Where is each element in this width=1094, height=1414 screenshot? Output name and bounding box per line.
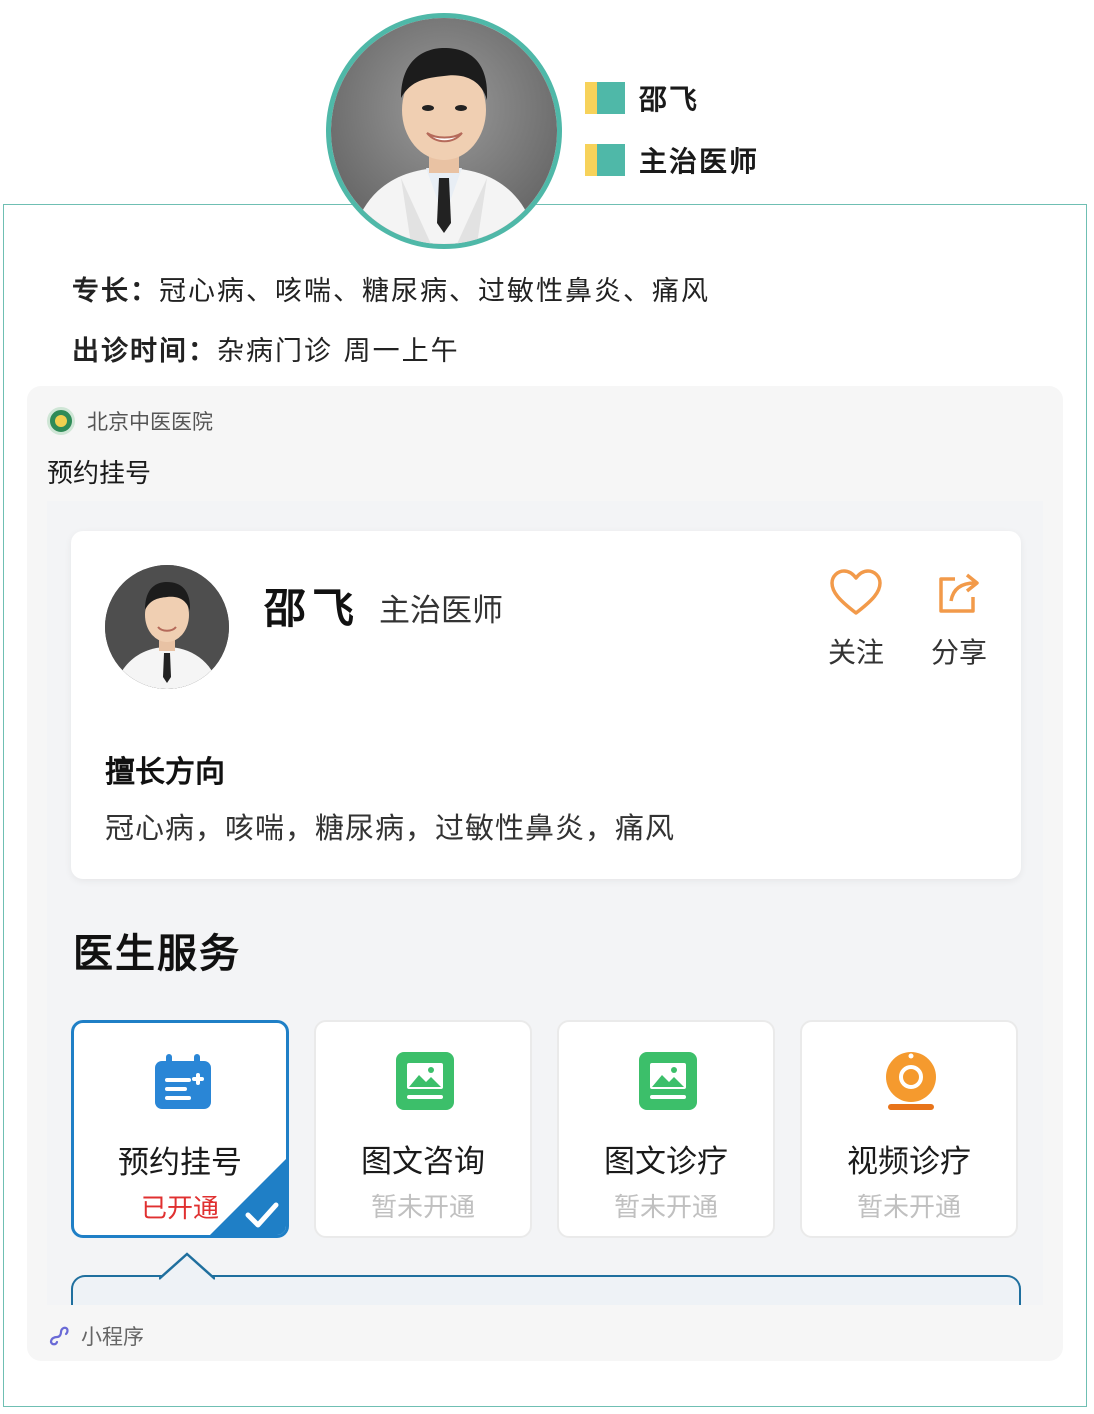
doctor-card-rank: 主治医师 xyxy=(379,593,503,629)
heart-icon xyxy=(830,569,882,615)
doctor-photo xyxy=(326,13,562,249)
expertise-text: 冠心病，咳喘，糖尿病，过敏性鼻炎，痛风 xyxy=(105,811,676,845)
mini-program-title: 预约挂号 xyxy=(47,459,152,489)
calendar-icon xyxy=(155,1054,211,1109)
visit-time-label: 出诊时间： xyxy=(72,336,217,367)
hospital-logo-icon xyxy=(47,407,75,435)
doctor-title-tag: 主治医师 xyxy=(585,142,759,178)
service-status: 暂未开通 xyxy=(856,1193,961,1223)
expertise-title: 擅长方向 xyxy=(105,755,225,790)
image-icon xyxy=(396,1052,454,1110)
services-title: 医生服务 xyxy=(73,931,241,977)
doctor-title: 主治医师 xyxy=(639,145,760,178)
service-detail-panel xyxy=(71,1252,1021,1305)
follow-label: 关注 xyxy=(827,636,884,669)
service-status: 暂未开通 xyxy=(370,1193,475,1223)
mini-program-source: 北京中医医院 xyxy=(47,406,213,436)
specialty-label: 专长： xyxy=(72,276,159,307)
doctor-card-name: 邵飞 xyxy=(264,584,361,633)
doctor-name-tag: 邵飞 xyxy=(585,80,699,116)
specialty-line: 专长：冠心病、咳喘、糖尿病、过敏性鼻炎、痛风 xyxy=(72,269,710,308)
service-name: 视频诊疗 xyxy=(847,1144,971,1180)
share-icon xyxy=(939,573,979,613)
share-label: 分享 xyxy=(930,636,987,669)
service-video[interactable]: 视频诊疗 暂未开通 xyxy=(800,1020,1018,1238)
share-button[interactable]: 分享 xyxy=(919,569,999,671)
tag-marker xyxy=(585,144,625,176)
image-icon xyxy=(639,1052,697,1110)
service-text-consult[interactable]: 图文咨询 暂未开通 xyxy=(314,1020,532,1238)
checkmark-icon xyxy=(210,1159,286,1235)
doctor-card: 邵飞 主治医师 关注 分享 擅长方向 冠心病，咳喘，糖尿病，过敏性鼻炎，痛风 xyxy=(71,531,1021,879)
doctor-avatar xyxy=(105,565,229,689)
doctor-name: 邵飞 xyxy=(639,83,700,116)
panel-pointer xyxy=(159,1252,215,1280)
mini-program-preview: 邵飞 主治医师 关注 分享 擅长方向 冠心病，咳喘，糖尿病，过敏性鼻炎，痛风 医… xyxy=(47,501,1043,1305)
mini-program-footer: 小程序 xyxy=(47,1321,144,1351)
hospital-name: 北京中医医院 xyxy=(87,410,213,434)
service-appointment[interactable]: 预约挂号 已开通 xyxy=(71,1020,289,1238)
specialty-value: 冠心病、咳喘、糖尿病、过敏性鼻炎、痛风 xyxy=(159,276,710,307)
mini-program-label: 小程序 xyxy=(81,1325,144,1349)
visit-time-value: 杂病门诊 周一上午 xyxy=(217,336,460,367)
service-status: 暂未开通 xyxy=(613,1193,718,1223)
service-name: 图文咨询 xyxy=(361,1144,485,1180)
webcam-icon xyxy=(886,1052,936,1110)
mini-program-card[interactable]: 北京中医医院 预约挂号 邵飞 主治医师 关注 分享 擅长方向 冠心病，咳喘，糖尿… xyxy=(27,386,1063,1361)
tag-marker xyxy=(585,82,625,114)
mini-program-link-icon xyxy=(49,1326,69,1346)
follow-button[interactable]: 关注 xyxy=(816,569,896,671)
service-text-treatment[interactable]: 图文诊疗 暂未开通 xyxy=(557,1020,775,1238)
service-name: 图文诊疗 xyxy=(604,1144,728,1180)
visit-time-line: 出诊时间：杂病门诊 周一上午 xyxy=(72,329,460,368)
